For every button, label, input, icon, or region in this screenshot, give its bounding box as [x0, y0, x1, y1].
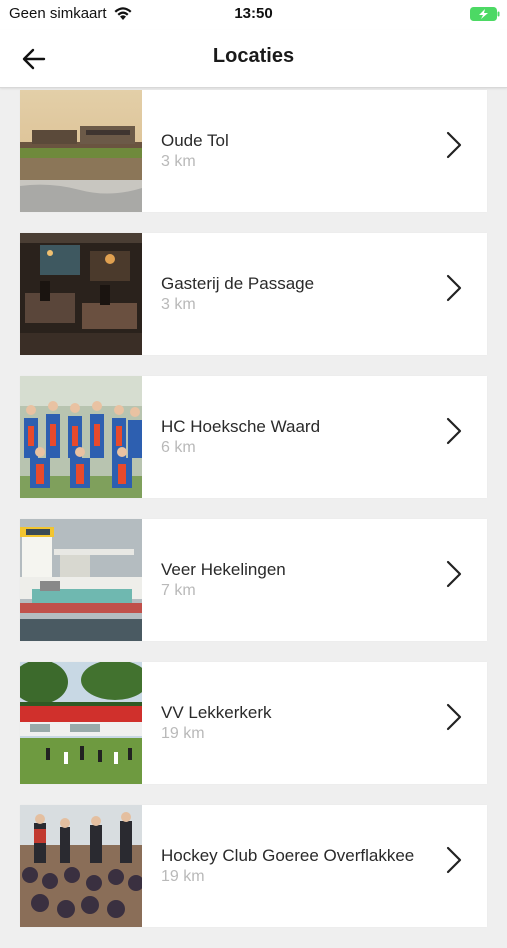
battery-charging-icon — [470, 7, 500, 21]
clock: 13:50 — [234, 5, 273, 22]
location-item[interactable]: VV Lekkerkerk 19 km — [20, 662, 487, 784]
chevron-right-icon — [446, 846, 462, 874]
navigation-bar: Locaties — [0, 30, 507, 88]
page-title: Locaties — [212, 45, 295, 67]
location-distance: 3 km — [161, 296, 196, 313]
location-item[interactable]: Hockey Club Goeree Overflakkee 19 km — [20, 805, 487, 927]
location-item[interactable]: Oude Tol 3 km — [20, 90, 487, 212]
location-distance: 3 km — [161, 153, 196, 170]
football-club-photo — [20, 662, 142, 784]
hockey-club-crowd-photo — [20, 805, 142, 927]
location-item[interactable]: Gasterij de Passage 3 km — [20, 233, 487, 355]
chevron-right-icon — [446, 560, 462, 588]
chevron-right-icon — [446, 703, 462, 731]
location-name: Veer Hekelingen — [161, 560, 286, 579]
location-item[interactable]: HC Hoeksche Waard 6 km — [20, 376, 487, 498]
location-distance: 6 km — [161, 439, 196, 456]
chevron-right-icon — [446, 274, 462, 302]
location-name: HC Hoeksche Waard — [161, 417, 321, 436]
location-name: Oude Tol — [161, 131, 229, 150]
status-bar: Geen simkaart 13:50 — [0, 0, 507, 30]
location-distance: 19 km — [161, 725, 205, 742]
ferry-photo — [20, 519, 142, 641]
location-distance: 7 km — [161, 582, 196, 599]
hockey-team-photo — [20, 376, 142, 498]
location-distance: 19 km — [161, 868, 205, 885]
location-item[interactable]: Veer Hekelingen 7 km — [20, 519, 487, 641]
beach-restaurant-photo — [20, 90, 142, 212]
location-list: Oude Tol 3 km Gasterij de Passage 3 km H… — [20, 90, 487, 948]
location-name: VV Lekkerkerk — [161, 703, 272, 722]
location-name: Gasterij de Passage — [161, 274, 315, 293]
location-name: Hockey Club Goeree Overflakkee — [161, 846, 415, 865]
chevron-right-icon — [446, 417, 462, 445]
restaurant-interior-photo — [20, 233, 142, 355]
chevron-right-icon — [446, 131, 462, 159]
